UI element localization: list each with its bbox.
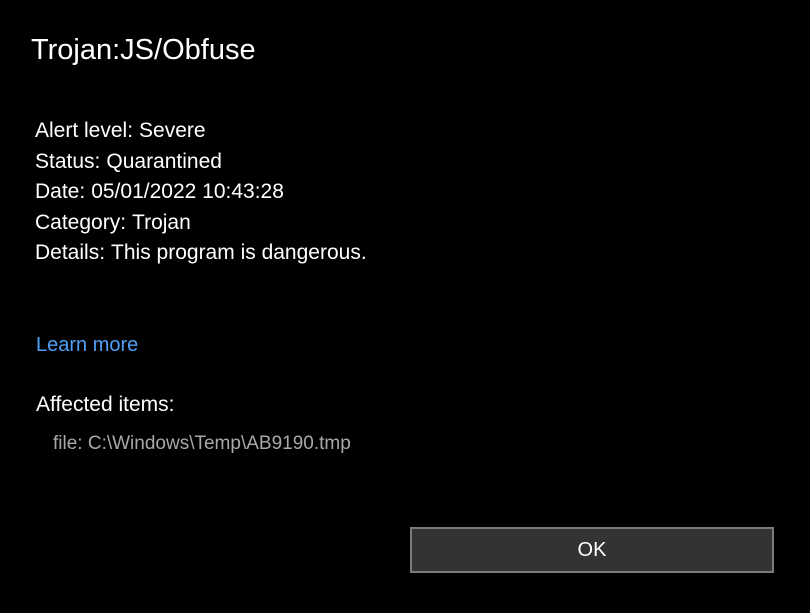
status-row: Status: Quarantined (35, 147, 367, 178)
affected-item: file: C:\Windows\Temp\AB9190.tmp (53, 433, 351, 454)
date-row: Date: 05/01/2022 10:43:28 (35, 177, 367, 208)
status-value: Quarantined (106, 149, 222, 173)
threat-details-list: Alert level: Severe Status: Quarantined Da… (35, 116, 367, 269)
alert-level-row: Alert level: Severe (35, 116, 367, 147)
category-label: Category: (35, 210, 127, 234)
alert-level-value: Severe (139, 119, 206, 142)
details-value: This program is dangerous. (111, 241, 367, 264)
affected-items-list: file: C:\Windows\Temp\AB9190.tmp (53, 430, 351, 458)
learn-more-link[interactable]: Learn more (36, 331, 138, 359)
alert-level-label: Alert level: (35, 119, 134, 142)
date-value: 05/01/2022 10:43:28 (91, 180, 284, 203)
status-label: Status: (35, 149, 101, 173)
category-value: Trojan (132, 210, 191, 234)
threat-details-dialog: Trojan:JS/Obfuse Alert level: Severe Stat… (0, 0, 810, 613)
date-label: Date: (35, 180, 86, 203)
affected-items-heading: Affected items: (36, 393, 175, 416)
threat-title: Trojan:JS/Obfuse (31, 34, 256, 66)
details-label: Details: (35, 241, 106, 264)
details-row: Details: This program is dangerous. (35, 238, 367, 269)
category-row: Category: Trojan (35, 208, 367, 239)
ok-button[interactable]: OK (410, 527, 774, 573)
